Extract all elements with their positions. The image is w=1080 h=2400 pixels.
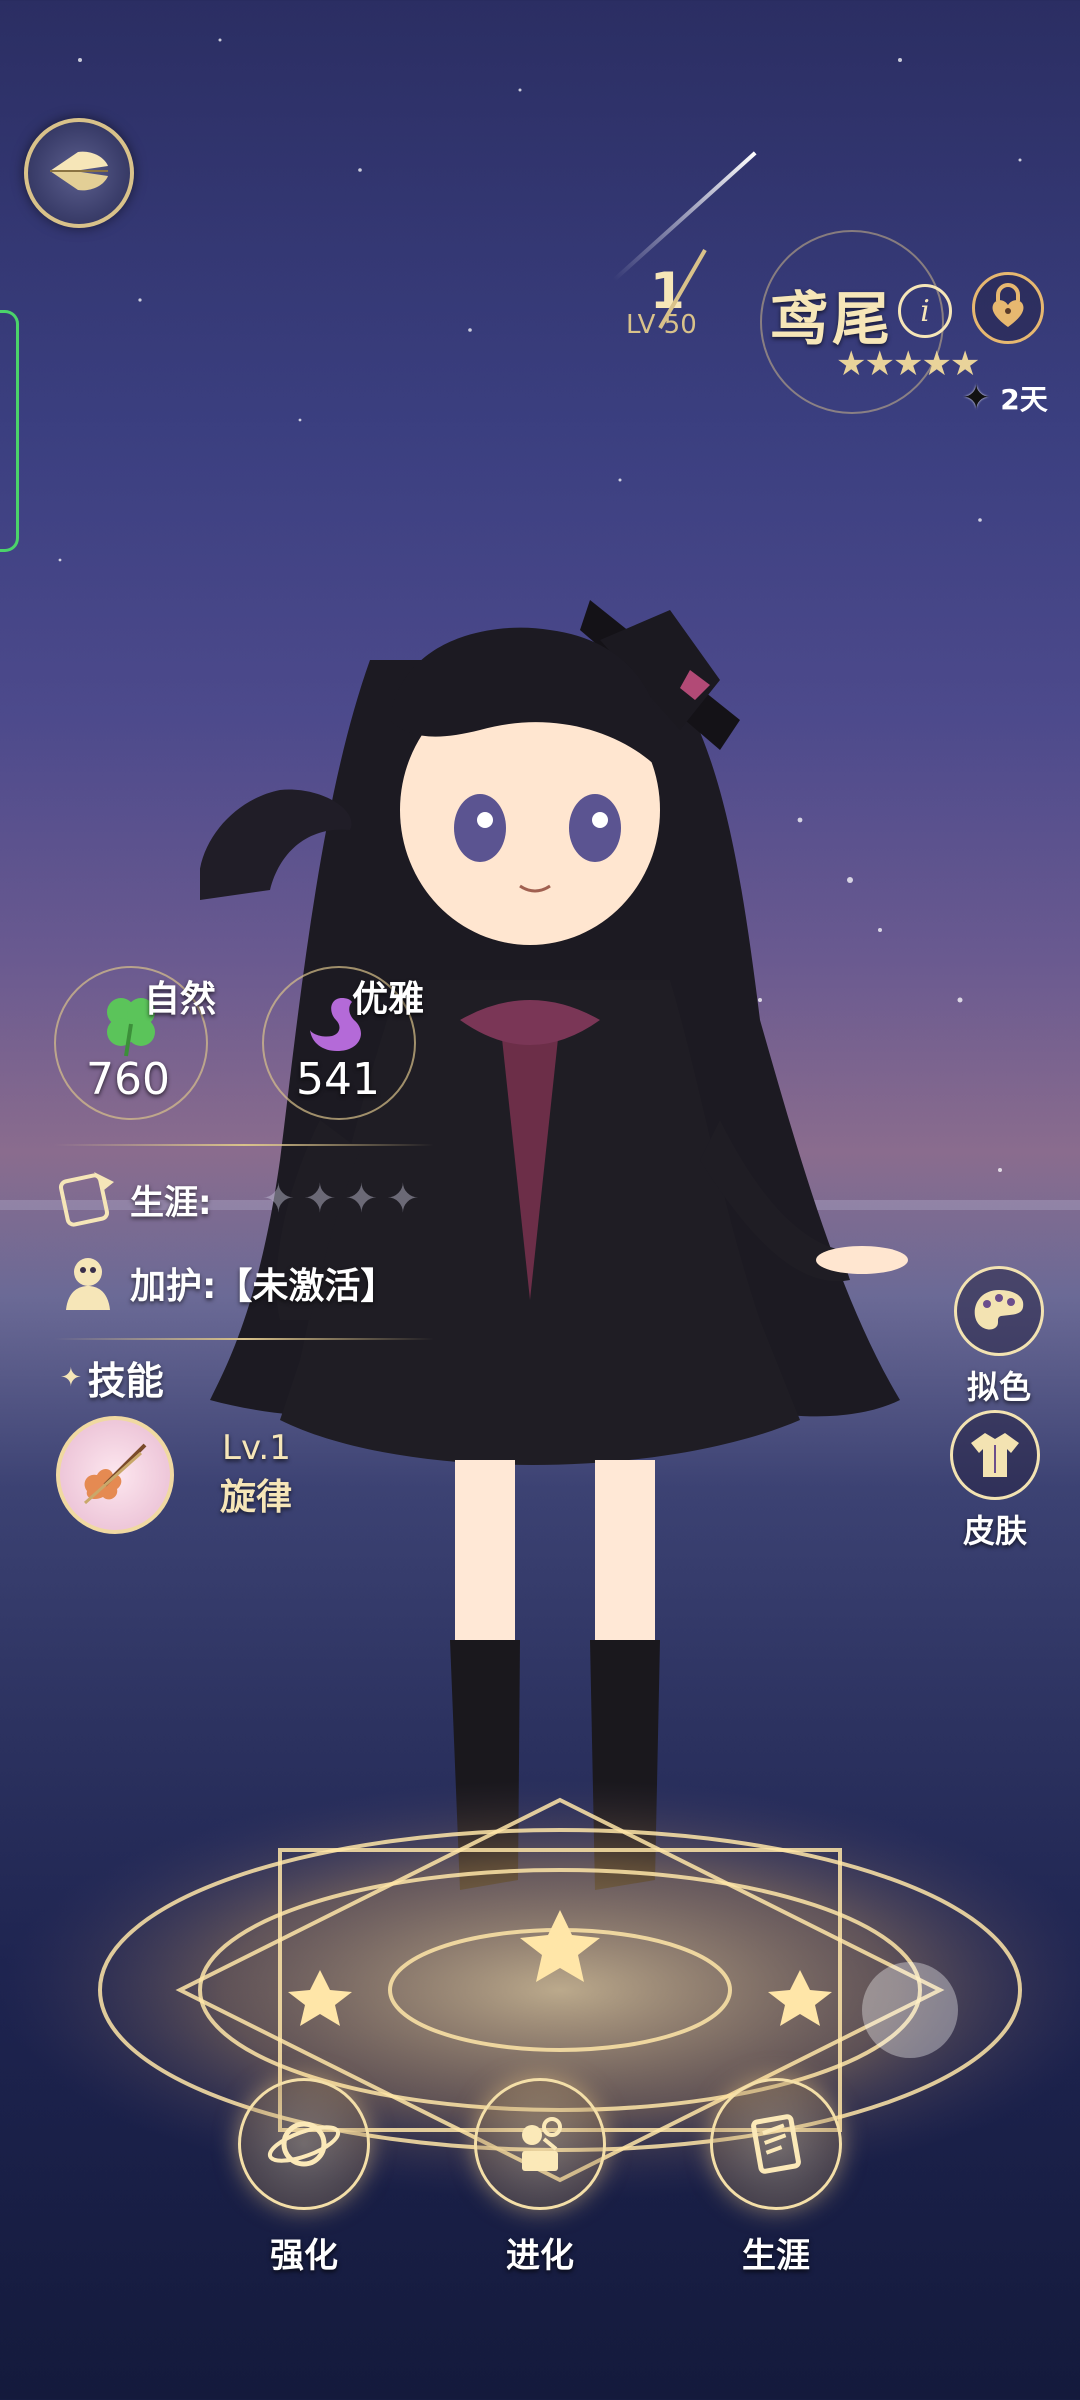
dye-label: 拟色 xyxy=(966,1368,1031,1406)
blessing-row[interactable]: 加护:【未激活】 xyxy=(58,1250,396,1316)
planet-icon xyxy=(238,2078,370,2210)
career-label: 生涯: xyxy=(130,1182,212,1223)
skin-label: 皮肤 xyxy=(962,1512,1027,1550)
skills-title: 技能 xyxy=(87,1359,164,1403)
career-icon xyxy=(54,1164,120,1234)
sparkle-icon: ✦ xyxy=(962,378,991,418)
career-button-label: 生涯 xyxy=(742,2236,810,2276)
level-max: LV 50 xyxy=(626,310,697,340)
outfit-icon xyxy=(950,1410,1040,1500)
career-rating: ✦✦✦✦ xyxy=(261,1176,428,1222)
evolve-icon xyxy=(474,2078,606,2210)
stat-value-nature: 760 xyxy=(86,1054,170,1105)
back-button[interactable] xyxy=(24,118,134,228)
skill-button[interactable] xyxy=(56,1416,174,1534)
skill-level: Lv.1 xyxy=(222,1428,291,1468)
evolve-label: 进化 xyxy=(506,2236,574,2276)
lock-button[interactable] xyxy=(972,272,1044,344)
info-button[interactable]: i xyxy=(898,284,952,338)
wings-back-icon xyxy=(44,146,114,200)
evolve-button[interactable]: 进化 xyxy=(460,2078,620,2277)
stats-divider xyxy=(54,1144,434,1146)
skin-button[interactable]: 皮肤 xyxy=(950,1410,1040,1552)
days-remaining: ✦ 2天 xyxy=(962,378,1048,418)
days-text: 2天 xyxy=(1000,383,1048,416)
career-row[interactable]: 生涯: ✦✦✦✦ xyxy=(54,1164,428,1234)
blessing-divider xyxy=(54,1338,434,1340)
blessing-icon xyxy=(58,1250,120,1316)
side-drawer-tab[interactable] xyxy=(0,310,19,552)
rarity-stars: ★★★★★ xyxy=(836,344,980,384)
stat-name-nature: 自然 xyxy=(144,979,217,1020)
dye-button[interactable]: 拟色 xyxy=(954,1266,1044,1408)
info-icon: i xyxy=(920,293,930,329)
sparkle-bullet-icon: ✦ xyxy=(60,1362,82,1393)
stat-value-elegance: 541 xyxy=(296,1054,380,1105)
violin-icon xyxy=(75,1433,155,1517)
career-button[interactable]: 生涯 xyxy=(696,2078,856,2277)
enhance-button[interactable]: 强化 xyxy=(224,2078,384,2277)
blessing-label: 加护:【未激活】 xyxy=(130,1266,397,1307)
skill-name: 旋律 xyxy=(220,1477,293,1518)
book-icon xyxy=(710,2078,842,2210)
enhance-label: 强化 xyxy=(270,2236,338,2276)
palette-icon xyxy=(954,1266,1044,1356)
skills-header: ✦ 技能 xyxy=(60,1350,164,1405)
heart-lock-icon xyxy=(988,283,1028,333)
stat-name-elegance: 优雅 xyxy=(352,979,425,1020)
